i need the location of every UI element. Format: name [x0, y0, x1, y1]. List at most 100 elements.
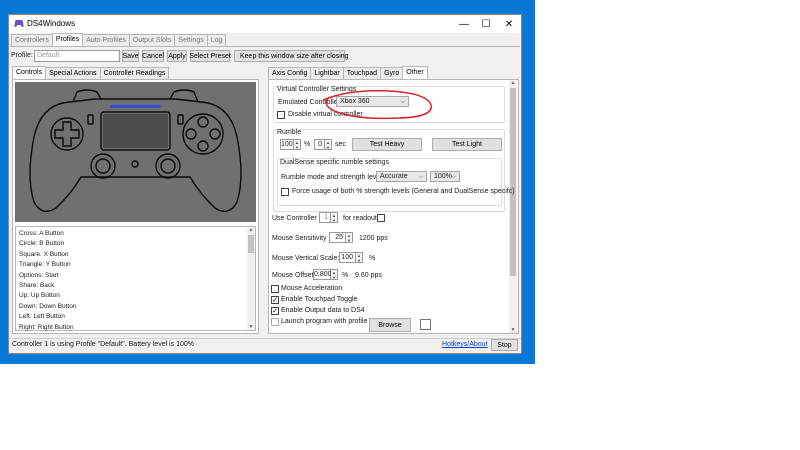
- tab-log[interactable]: Log: [206, 34, 227, 46]
- program-icon-preview: [420, 319, 431, 330]
- test-light-button[interactable]: Test Light: [432, 138, 502, 151]
- list-item[interactable]: Left: Left Button: [16, 312, 245, 322]
- controller-diagram: [15, 82, 256, 222]
- mapping-list-scroll-thumb[interactable]: [248, 235, 254, 253]
- mapping-list[interactable]: Cross: A Button Circle: B Button Square:…: [15, 226, 256, 331]
- mouse-acceleration-label: Mouse Acceleration: [281, 285, 343, 292]
- spin-down-icon[interactable]: ▼: [347, 238, 351, 243]
- rumble-strength-select[interactable]: 100% ⌵: [430, 171, 460, 182]
- spin-down-icon[interactable]: ▼: [326, 145, 330, 150]
- main-tab-bar: Controllers Profiles Auto Profiles Outpu…: [11, 33, 227, 46]
- disable-virtual-controller-checkbox[interactable]: [277, 111, 285, 119]
- tab-settings[interactable]: Settings: [174, 34, 208, 46]
- mouse-vertical-scale-unit: %: [369, 255, 376, 262]
- scroll-up-icon[interactable]: ▲: [247, 227, 255, 233]
- mouse-sensitivity-input[interactable]: 25: [329, 232, 346, 243]
- tab-axis-config[interactable]: Axis Config: [268, 67, 312, 79]
- cancel-button[interactable]: Cancel: [142, 50, 164, 62]
- output-ds4-checkbox[interactable]: ✓: [271, 307, 279, 315]
- test-heavy-button[interactable]: Test Heavy: [352, 138, 422, 151]
- browse-button[interactable]: Browse: [369, 318, 411, 332]
- tab-auto-profiles[interactable]: Auto Profiles: [82, 34, 130, 46]
- chevron-down-icon: ⌵: [418, 174, 423, 180]
- mouse-offset-pps: 9.60 pps: [355, 272, 382, 279]
- keep-window-size-label: Keep this window size after closing: [240, 52, 349, 60]
- rumble-seconds-spinner[interactable]: ▲ ▼: [325, 139, 332, 150]
- tab-special-actions[interactable]: Special Actions: [45, 67, 101, 79]
- for-readout-checkbox[interactable]: [377, 214, 385, 222]
- tab-other[interactable]: Other: [402, 66, 428, 79]
- rumble-seconds-unit: sec: [335, 141, 346, 148]
- list-item[interactable]: Triangle: Y Button: [16, 260, 245, 270]
- spin-down-icon[interactable]: ▼: [295, 145, 299, 150]
- spin-down-icon[interactable]: ▼: [332, 218, 336, 223]
- tab-lightbar[interactable]: Lightbar: [310, 67, 344, 79]
- tab-touchpad[interactable]: Touchpad: [342, 67, 382, 79]
- status-text: Controller 1 is using Profile "Default".…: [12, 341, 194, 348]
- rumble-header: Rumble: [277, 129, 302, 136]
- use-controller-input[interactable]: 1: [319, 212, 331, 223]
- mouse-offset-input[interactable]: 0.800: [313, 269, 332, 280]
- rumble-percent-spinner[interactable]: ▲ ▼: [294, 139, 301, 150]
- apply-button[interactable]: Apply: [167, 50, 187, 62]
- launch-program-checkbox[interactable]: [271, 318, 279, 326]
- list-item[interactable]: Down: Down Button: [16, 302, 245, 312]
- select-preset-button[interactable]: Select Preset: [189, 50, 231, 62]
- chevron-down-icon: ⌵: [451, 174, 456, 180]
- profile-label: Profile:: [11, 52, 33, 59]
- other-panel-scroll-thumb[interactable]: [510, 88, 516, 276]
- scroll-down-icon[interactable]: ▼: [509, 327, 517, 333]
- spin-down-icon[interactable]: ▼: [332, 275, 336, 280]
- mouse-offset-unit: %: [342, 272, 349, 279]
- mapping-list-scrollbar[interactable]: ▲ ▼: [247, 227, 255, 330]
- mouse-sensitivity-spinner[interactable]: ▲ ▼: [346, 232, 353, 243]
- tab-output-slots[interactable]: Output Slots: [128, 34, 176, 46]
- left-tab-bar: Controls Special Actions Controller Read…: [12, 66, 170, 79]
- tab-controller-readings[interactable]: Controller Readings: [99, 67, 170, 79]
- close-button[interactable]: ✕: [498, 15, 520, 33]
- rumble-mode-select[interactable]: Accurate ⌵: [376, 171, 427, 182]
- profile-name-input[interactable]: Default: [34, 50, 120, 62]
- tab-profiles[interactable]: Profiles: [51, 33, 84, 46]
- force-strength-levels-label: Force usage of both % strength levels (G…: [292, 188, 515, 195]
- window-title: DS4Windows: [27, 19, 76, 28]
- touchpad-toggle-checkbox[interactable]: ✓: [271, 296, 279, 304]
- dualshock-controller-image: [29, 89, 242, 213]
- mouse-vertical-scale-spinner[interactable]: ▲ ▼: [356, 252, 363, 263]
- other-panel-scrollbar[interactable]: ▲ ▼: [509, 80, 517, 333]
- hotkeys-about-link[interactable]: Hotkeys/About: [442, 341, 488, 348]
- for-readout-label: for readout: [343, 215, 377, 222]
- output-ds4-label: Enable Output data to DS4: [281, 307, 365, 314]
- tab-controls[interactable]: Controls: [12, 66, 47, 79]
- mouse-offset-spinner[interactable]: ▲ ▼: [331, 269, 338, 280]
- scroll-down-icon[interactable]: ▼: [247, 324, 255, 330]
- list-item[interactable]: Share: Back: [16, 281, 245, 291]
- list-item[interactable]: Up: Up Button: [16, 291, 245, 301]
- rumble-seconds-input[interactable]: 0: [314, 139, 325, 150]
- tab-gyro[interactable]: Gyro: [380, 67, 404, 79]
- maximize-button[interactable]: ☐: [475, 15, 497, 33]
- mouse-offset-label: Mouse Offset: [272, 272, 314, 279]
- minimize-button[interactable]: —: [453, 15, 475, 33]
- list-item[interactable]: Circle: B Button: [16, 239, 245, 249]
- stop-button[interactable]: Stop: [491, 339, 518, 351]
- use-controller-spinner[interactable]: ▲ ▼: [331, 212, 338, 223]
- spin-down-icon[interactable]: ▼: [357, 258, 361, 263]
- save-button[interactable]: Save: [122, 50, 139, 62]
- mouse-acceleration-checkbox[interactable]: [271, 285, 279, 293]
- scroll-up-icon[interactable]: ▲: [509, 80, 517, 86]
- list-item[interactable]: Square: X Button: [16, 250, 245, 260]
- gamepad-app-icon: [14, 20, 24, 28]
- mouse-sensitivity-label: Mouse Sensitivity: [272, 235, 327, 242]
- keep-window-size-button[interactable]: Keep this window size after closing: [234, 50, 349, 62]
- mouse-vertical-scale-input[interactable]: 100: [339, 252, 356, 263]
- tab-controllers[interactable]: Controllers: [11, 34, 53, 46]
- list-item[interactable]: Right: Right Button: [16, 323, 245, 333]
- list-item[interactable]: Cross: A Button: [16, 229, 245, 239]
- title-bar[interactable]: [9, 15, 521, 33]
- right-tab-bar: Axis Config Lightbar Touchpad Gyro Other: [268, 66, 428, 79]
- rumble-percent-input[interactable]: 100: [280, 139, 294, 150]
- list-item[interactable]: Options: Start: [16, 271, 245, 281]
- dualsense-rumble-header: DualSense specific rumble settings: [280, 159, 389, 166]
- force-strength-levels-checkbox[interactable]: [281, 188, 289, 196]
